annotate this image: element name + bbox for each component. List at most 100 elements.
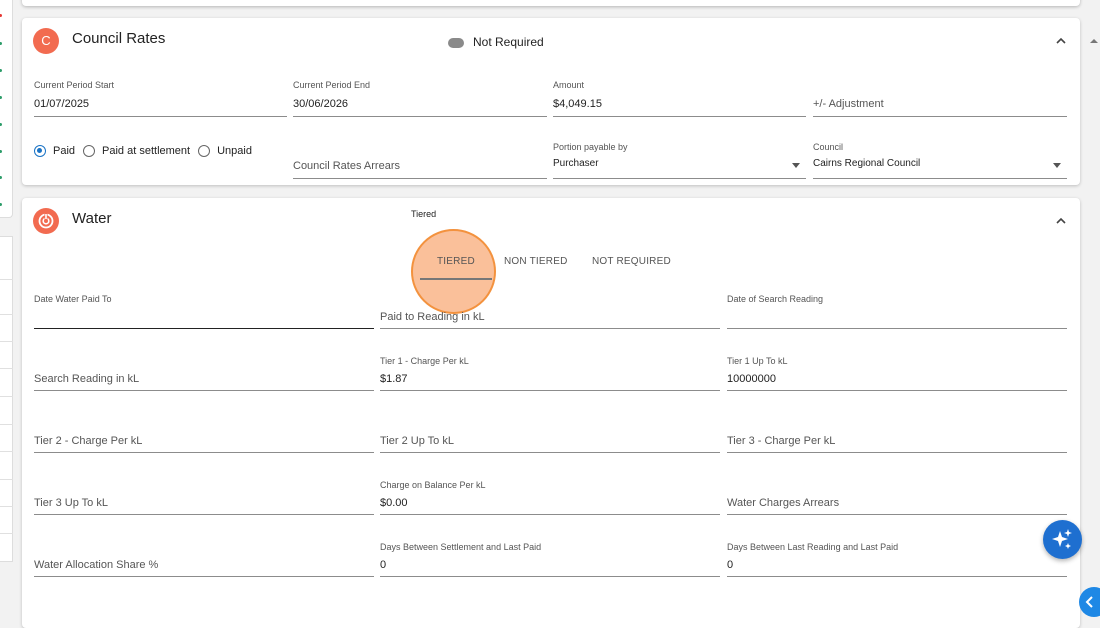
chevron-left-icon — [1085, 596, 1093, 608]
tier1-up-to-value: 10000000 — [727, 373, 776, 385]
date-water-paid-to-field[interactable]: Date Water Paid To — [34, 291, 374, 329]
table-row[interactable] — [0, 451, 13, 452]
table-row[interactable] — [0, 368, 13, 369]
council-value: Cairns Regional Council — [813, 158, 921, 169]
tier1-up-to-field[interactable]: Tier 1 Up To kL 10000000 — [727, 353, 1067, 391]
side-panel-toggle[interactable] — [1079, 587, 1100, 617]
date-of-search-reading-field[interactable]: Date of Search Reading — [727, 291, 1067, 329]
table-row[interactable] — [0, 314, 13, 315]
payment-status-radio-group: Paid Paid at settlement Unpaid — [34, 143, 260, 159]
previous-section-card — [22, 0, 1080, 6]
days-last-reading-last-paid-field[interactable]: Days Between Last Reading and Last Paid … — [727, 539, 1067, 577]
current-period-start-field[interactable]: Current Period Start 01/07/2025 — [34, 78, 287, 117]
portion-payable-by-select[interactable]: Portion payable by Purchaser — [553, 140, 806, 179]
tab-tiered[interactable]: TIERED — [437, 256, 475, 267]
current-period-end-label: Current Period End — [293, 80, 371, 90]
status-dot — [0, 69, 2, 72]
tier2-charge-input[interactable]: Tier 2 - Charge Per kL — [34, 415, 374, 453]
ai-assist-button[interactable] — [1043, 520, 1082, 559]
status-dot — [0, 123, 2, 126]
date-of-search-reading-label: Date of Search Reading — [727, 294, 824, 304]
date-water-paid-to-label: Date Water Paid To — [34, 294, 112, 304]
charge-on-balance-field[interactable]: Charge on Balance Per kL $0.00 — [380, 477, 720, 515]
council-avatar: C — [33, 28, 59, 54]
charge-on-balance-label: Charge on Balance Per kL — [380, 480, 486, 490]
table-row[interactable] — [0, 533, 13, 534]
adjustment-input[interactable]: +/- Adjustment — [813, 78, 1067, 117]
not-required-label: Not Required — [473, 35, 544, 49]
tier1-charge-label: Tier 1 - Charge Per kL — [380, 356, 469, 366]
paid-to-reading-input[interactable]: Paid to Reading in kL — [380, 291, 720, 329]
days-last-reading-last-paid-value: 0 — [727, 559, 734, 571]
days-settlement-last-paid-field[interactable]: Days Between Settlement and Last Paid 0 — [380, 539, 720, 577]
dropdown-caret-icon — [792, 163, 800, 168]
radio-unpaid[interactable] — [198, 145, 211, 157]
status-dot — [0, 42, 2, 45]
water-allocation-share-placeholder: Water Allocation Share % — [34, 559, 159, 571]
radio-unpaid-label: Unpaid — [217, 145, 252, 157]
tab-not-required[interactable]: NOT REQUIRED — [592, 256, 671, 267]
collapse-chevron-icon[interactable] — [1054, 34, 1068, 48]
tier1-charge-value: $1.87 — [380, 373, 408, 385]
active-tab-indicator — [420, 278, 492, 280]
left-panel-edge — [0, 0, 13, 218]
not-required-toggle[interactable] — [448, 38, 464, 48]
collapse-chevron-icon[interactable] — [1054, 214, 1068, 228]
status-dot — [0, 96, 2, 99]
council-select[interactable]: Council Cairns Regional Council — [813, 140, 1067, 179]
portion-payable-by-value: Purchaser — [553, 158, 599, 169]
status-dot — [0, 14, 2, 17]
current-period-end-field[interactable]: Current Period End 30/06/2026 — [293, 78, 547, 117]
days-last-reading-last-paid-label: Days Between Last Reading and Last Paid — [727, 542, 899, 552]
tier3-charge-placeholder: Tier 3 - Charge Per kL — [727, 435, 836, 447]
paid-to-reading-placeholder: Paid to Reading in kL — [380, 311, 485, 323]
council-label: Council — [813, 142, 844, 152]
radio-paid[interactable] — [34, 145, 46, 157]
radio-paid-label: Paid — [53, 145, 76, 157]
adjustment-placeholder: +/- Adjustment — [813, 98, 884, 110]
radio-paid-at-settlement[interactable] — [83, 145, 96, 157]
days-settlement-last-paid-label: Days Between Settlement and Last Paid — [380, 542, 542, 552]
tier1-up-to-label: Tier 1 Up To kL — [727, 356, 788, 366]
left-table-edge — [0, 236, 13, 562]
tier1-charge-field[interactable]: Tier 1 - Charge Per kL $1.87 — [380, 353, 720, 391]
status-dot — [0, 203, 2, 206]
table-row[interactable] — [0, 479, 13, 480]
table-row[interactable] — [0, 341, 13, 342]
dropdown-caret-icon — [1053, 163, 1061, 168]
council-rates-arrears-input[interactable]: Council Rates Arrears — [293, 140, 547, 179]
amount-value: $4,049.15 — [553, 98, 602, 110]
scroll-up-icon[interactable] — [1089, 36, 1099, 46]
table-row[interactable] — [0, 424, 13, 425]
sparkle-icon — [1052, 529, 1072, 549]
tier2-up-to-placeholder: Tier 2 Up To kL — [380, 435, 454, 447]
water-charges-arrears-placeholder: Water Charges Arrears — [727, 497, 840, 509]
tier2-charge-placeholder: Tier 2 - Charge Per kL — [34, 435, 143, 447]
water-charges-arrears-input[interactable]: Water Charges Arrears — [727, 477, 1067, 515]
current-period-start-label: Current Period Start — [34, 80, 115, 90]
amount-field[interactable]: Amount $4,049.15 — [553, 78, 806, 117]
status-dot — [0, 150, 2, 153]
days-settlement-last-paid-value: 0 — [380, 559, 387, 571]
charge-on-balance-value: $0.00 — [380, 497, 408, 509]
table-row[interactable] — [0, 506, 13, 507]
status-dot — [0, 176, 2, 179]
current-period-end-value: 30/06/2026 — [293, 98, 349, 110]
water-section: Water Tiered TIERED NON TIERED NOT REQUI… — [22, 198, 1080, 628]
radio-paid-at-settlement-label: Paid at settlement — [102, 145, 191, 157]
water-title: Water — [72, 210, 112, 227]
tab-non-tiered[interactable]: NON TIERED — [504, 256, 568, 267]
table-row[interactable] — [0, 279, 13, 280]
table-row[interactable] — [0, 396, 13, 397]
water-allocation-share-input[interactable]: Water Allocation Share % — [34, 539, 374, 577]
council-rates-section: C Council Rates Not Required Current Per… — [22, 18, 1080, 185]
tier2-up-to-input[interactable]: Tier 2 Up To kL — [380, 415, 720, 453]
tier3-up-to-input[interactable]: Tier 3 Up To kL — [34, 477, 374, 515]
portion-payable-by-label: Portion payable by — [553, 142, 628, 152]
water-meter-icon — [33, 208, 59, 234]
tier3-charge-input[interactable]: Tier 3 - Charge Per kL — [727, 415, 1067, 453]
council-rates-title: Council Rates — [72, 30, 166, 47]
search-reading-input[interactable]: Search Reading in kL — [34, 353, 374, 391]
tier3-up-to-placeholder: Tier 3 Up To kL — [34, 497, 108, 509]
search-reading-placeholder: Search Reading in kL — [34, 373, 140, 385]
